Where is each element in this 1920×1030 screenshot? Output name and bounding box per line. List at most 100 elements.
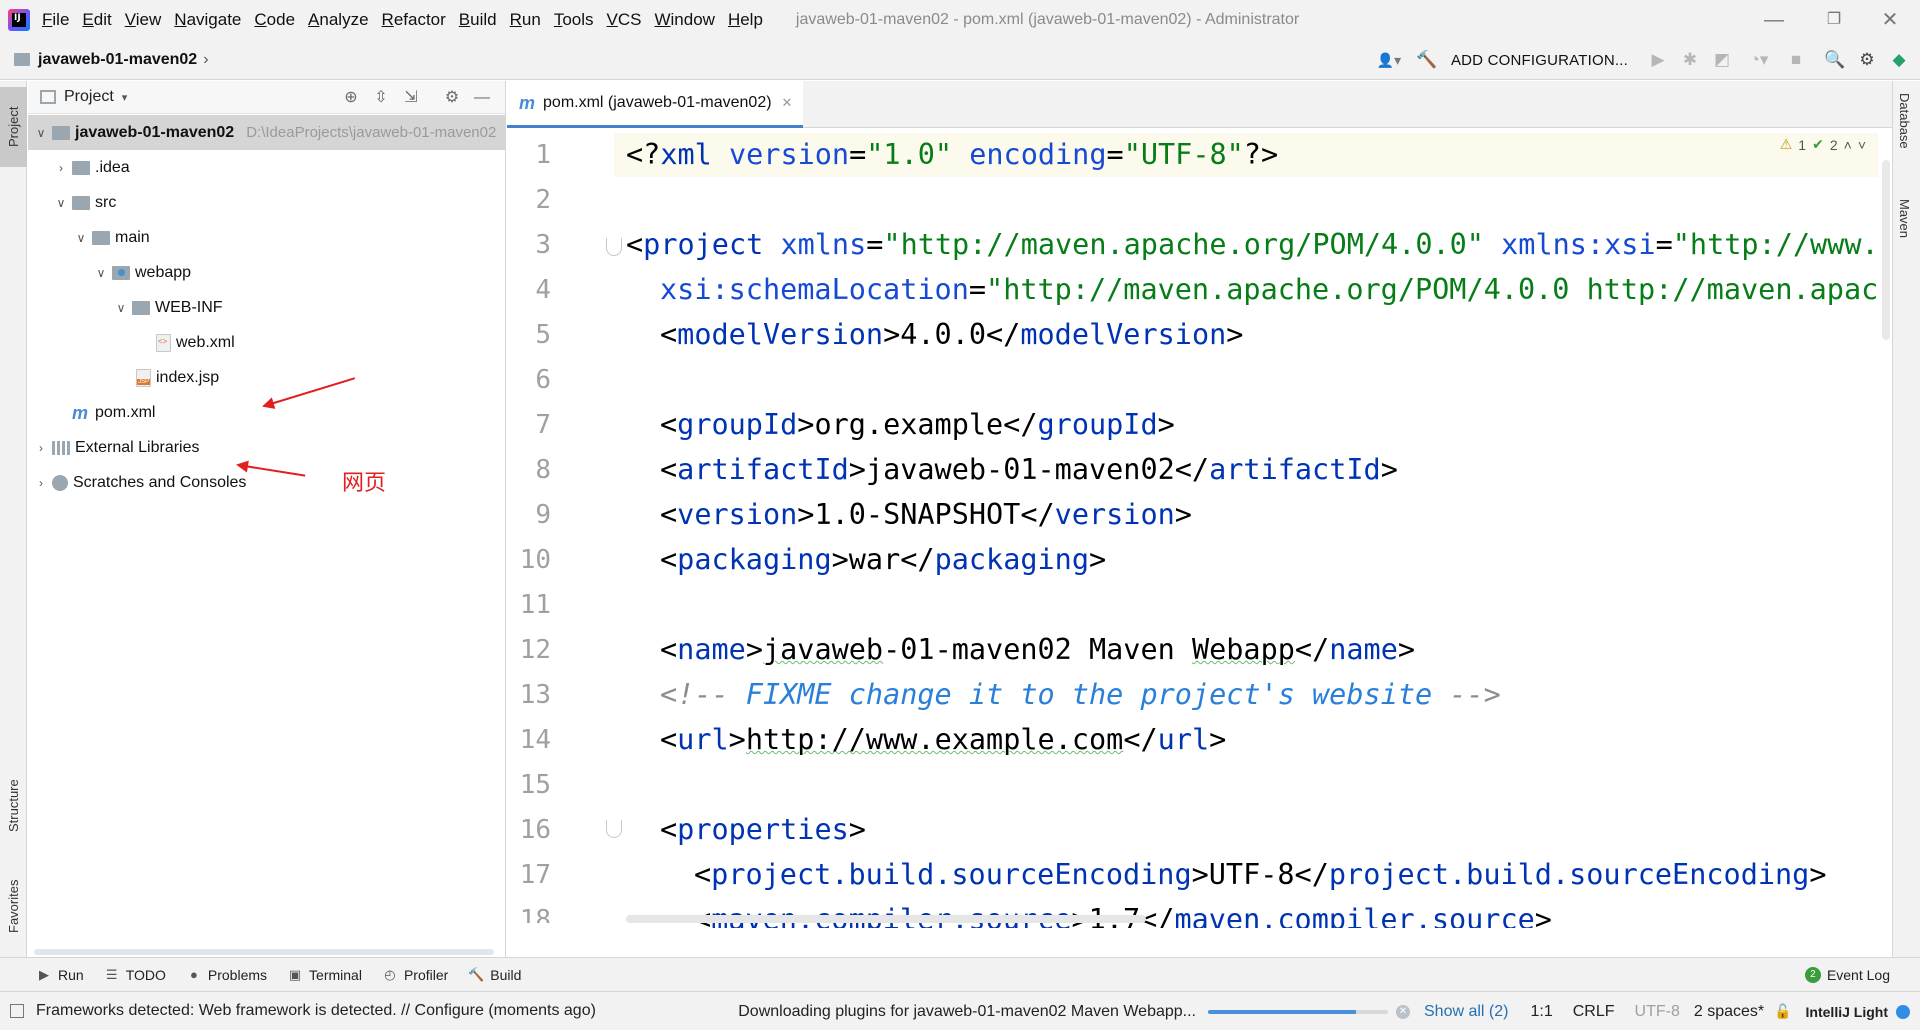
expand-toggle-icon[interactable]: ∨ <box>114 301 128 315</box>
caret-position[interactable]: 1:1 <box>1530 1003 1552 1021</box>
line-number: 9 <box>535 500 551 530</box>
menu-code[interactable]: Code <box>254 10 295 30</box>
tab-profiler[interactable]: ◴ Profiler <box>382 967 448 983</box>
line-separator[interactable]: CRLF <box>1573 1003 1615 1021</box>
menu-tools[interactable]: Tools <box>554 10 594 30</box>
line-number: 12 <box>519 635 551 665</box>
chevron-down-icon[interactable]: ▾ <box>122 91 128 104</box>
jsp-file-icon <box>136 368 151 387</box>
menu-analyze[interactable]: Analyze <box>308 10 368 30</box>
tree-item-src[interactable]: ∨ src <box>28 185 506 220</box>
tree-item-webapp[interactable]: ∨ webapp <box>28 255 506 290</box>
menu-view[interactable]: View <box>125 10 162 30</box>
background-task-label[interactable]: Downloading plugins for javaweb-01-maven… <box>738 1003 1196 1021</box>
tab-maven[interactable]: Maven <box>1897 199 1912 238</box>
file-encoding[interactable]: UTF-8 <box>1635 1003 1680 1021</box>
next-problem-icon[interactable]: ˅ <box>1858 137 1866 153</box>
editor-horizontal-scrollbar[interactable] <box>626 915 1146 923</box>
close-window-button[interactable]: ✕ <box>1876 6 1904 34</box>
settings-gear-icon[interactable]: ⚙ <box>1852 45 1882 75</box>
tab-database[interactable]: Database <box>1897 93 1912 149</box>
scratches-icon <box>52 474 68 491</box>
menu-edit[interactable]: Edit <box>82 10 111 30</box>
tab-project[interactable]: Project <box>0 87 27 167</box>
code-editor[interactable]: <?xml version="1.0" encoding="UTF-8"?> <… <box>614 128 1878 928</box>
project-folder-icon <box>14 53 30 66</box>
indent-setting[interactable]: 2 spaces* <box>1694 1003 1764 1021</box>
profile-icon[interactable]: ◔▾ <box>1739 45 1779 75</box>
editor-vertical-scrollbar[interactable] <box>1882 160 1890 340</box>
plugin-icon[interactable]: ◆ <box>1884 45 1914 75</box>
expand-toggle-icon[interactable]: › <box>34 441 48 455</box>
code-line-14: <url>http://www.example.com</url> <box>660 723 1227 756</box>
panel-horizontal-scrollbar[interactable] <box>34 949 494 955</box>
event-log-button[interactable]: 2 Event Log <box>1804 958 1890 992</box>
menu-help[interactable]: Help <box>728 10 763 30</box>
theme-label[interactable]: IntelliJ Light <box>1806 1004 1888 1020</box>
collapse-all-icon[interactable]: ⇲ <box>400 87 422 109</box>
menu-vcs[interactable]: VCS <box>607 10 642 30</box>
project-path: D:\IdeaProjects\javaweb-01-maven02 <box>246 124 497 141</box>
menu-navigate[interactable]: Navigate <box>174 10 241 30</box>
run-icon[interactable]: ▶ <box>1643 45 1673 75</box>
menu-build[interactable]: Build <box>459 10 497 30</box>
code-line-18: <maven.compiler.source>1.7</maven.compil… <box>694 903 1552 928</box>
expand-toggle-icon[interactable]: ∨ <box>34 126 48 140</box>
expand-all-icon[interactable]: ⇳ <box>370 87 392 109</box>
tool-windows-toggle-icon[interactable] <box>10 1004 24 1018</box>
locate-icon[interactable]: ⊕ <box>340 87 362 109</box>
tab-problems[interactable]: ● Problems <box>186 967 267 983</box>
build-hammer-icon[interactable]: 🔨 <box>1412 45 1442 75</box>
tree-item-project-root[interactable]: ∨ javaweb-01-maven02 D:\IdeaProjects\jav… <box>28 115 506 150</box>
restore-button[interactable]: ❐ <box>1820 6 1848 34</box>
tab-favorites[interactable]: Favorites <box>0 861 27 951</box>
show-all-tasks-link[interactable]: Show all (2) <box>1424 1003 1508 1021</box>
menu-refactor[interactable]: Refactor <box>382 10 446 30</box>
expand-toggle-icon[interactable]: ∨ <box>94 266 108 280</box>
expand-toggle-icon[interactable]: › <box>54 161 68 175</box>
progress-fill <box>1208 1009 1356 1014</box>
read-only-lock-icon[interactable]: 🔓 <box>1774 1003 1791 1020</box>
tab-label: pom.xml (javaweb-01-maven02) <box>543 94 772 111</box>
breadcrumb-project[interactable]: javaweb-01-maven02 <box>38 51 197 69</box>
close-tab-icon[interactable]: ✕ <box>782 95 793 111</box>
previous-problem-icon[interactable]: ˄ <box>1844 137 1852 153</box>
expand-toggle-icon[interactable]: › <box>34 476 48 490</box>
add-configuration-button[interactable]: ADD CONFIGURATION... <box>1451 52 1628 69</box>
tree-item-idea[interactable]: › .idea <box>28 150 506 185</box>
debug-icon[interactable]: ✱ <box>1675 45 1705 75</box>
coverage-icon[interactable]: ◩ <box>1707 45 1737 75</box>
expand-toggle-icon[interactable]: ∨ <box>74 231 88 245</box>
status-message[interactable]: Frameworks detected: Web framework is de… <box>36 1002 596 1020</box>
cancel-task-icon[interactable]: ✕ <box>1396 1004 1410 1019</box>
warning-count: 1 <box>1798 136 1807 153</box>
hide-panel-icon[interactable]: — <box>471 87 493 109</box>
code-line-16: <properties> <box>660 813 866 846</box>
project-panel-title[interactable]: Project <box>64 88 114 106</box>
tab-build[interactable]: 🔨 Build <box>468 967 521 983</box>
panel-settings-icon[interactable]: ⚙ <box>441 87 463 109</box>
minimize-button[interactable]: — <box>1760 6 1788 34</box>
menu-window[interactable]: Window <box>654 10 714 30</box>
search-icon[interactable]: 🔍 <box>1820 45 1850 75</box>
line-number: 2 <box>535 185 551 215</box>
tab-terminal[interactable]: ▣ Terminal <box>287 967 362 983</box>
menu-run[interactable]: Run <box>510 10 541 30</box>
user-icon[interactable]: 👤▾ <box>1368 45 1410 75</box>
tab-run[interactable]: ▶ Run <box>36 967 84 983</box>
weak-warning-count: 2 <box>1829 136 1838 153</box>
tab-pom-xml[interactable]: m pom.xml (javaweb-01-maven02) ✕ <box>507 81 803 128</box>
maven-file-icon: m <box>72 402 89 423</box>
menu-file[interactable]: File <box>42 10 69 30</box>
tab-todo[interactable]: ☰ TODO <box>104 967 166 983</box>
tab-structure[interactable]: Structure <box>0 761 27 851</box>
inspection-widget[interactable]: ⚠ 1 ✔ 2 ˄ ˅ <box>1780 136 1866 153</box>
tree-item-main[interactable]: ∨ main <box>28 220 506 255</box>
expand-toggle-icon[interactable]: ∨ <box>54 196 68 210</box>
tree-item-web-inf[interactable]: ∨ WEB-INF <box>28 290 506 325</box>
folder-icon <box>92 230 110 245</box>
tree-item-index-jsp[interactable]: index.jsp <box>28 360 506 395</box>
tree-item-external-libraries[interactable]: › External Libraries <box>28 430 506 465</box>
tree-item-web-xml[interactable]: web.xml <box>28 325 506 360</box>
stop-icon[interactable]: ■ <box>1781 45 1811 75</box>
